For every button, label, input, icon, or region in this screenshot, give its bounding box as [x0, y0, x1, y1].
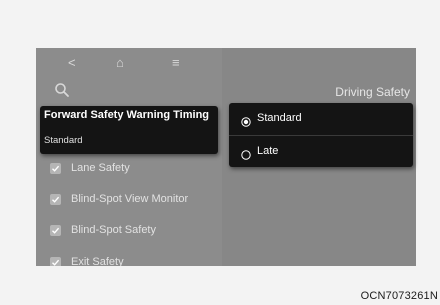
radio-selected-icon[interactable]	[241, 114, 251, 127]
option-label: Late	[257, 145, 279, 157]
timing-options-popup: Standard Late	[229, 103, 413, 167]
figure-frame: < ⌂ ≡ Lane Safety Blind-Spot View Monito…	[0, 0, 440, 305]
sidebar-item-label: Blind-Spot Safety	[71, 224, 156, 236]
checkbox-checked-icon[interactable]	[50, 257, 61, 266]
setting-title: Forward Safety Warning Timing	[44, 109, 210, 121]
page-title: Driving Safety	[335, 85, 410, 99]
option-label: Standard	[257, 112, 302, 124]
sidebar-item-label: Exit Safety	[71, 256, 124, 266]
top-nav-bar: < ⌂ ≡	[36, 48, 222, 78]
sidebar-item-label: Blind-Spot View Monitor	[71, 193, 189, 205]
sidebar-item-label: Lane Safety	[71, 162, 130, 174]
setting-value: Standard	[44, 135, 83, 146]
radio-unselected-icon[interactable]	[241, 147, 251, 160]
option-standard[interactable]: Standard	[229, 103, 413, 135]
checkbox-checked-icon[interactable]	[50, 163, 61, 174]
sidebar-item-forward-safety-warning-timing[interactable]: Forward Safety Warning Timing Standard	[40, 106, 218, 154]
checkbox-checked-icon[interactable]	[50, 194, 61, 205]
checkbox-checked-icon[interactable]	[50, 225, 61, 236]
option-late[interactable]: Late	[229, 136, 413, 168]
figure-code: OCN7073261N	[360, 290, 438, 302]
menu-icon[interactable]: ≡	[172, 56, 180, 70]
settings-sidebar: < ⌂ ≡ Lane Safety Blind-Spot View Monito…	[36, 48, 222, 266]
home-icon[interactable]: ⌂	[116, 56, 124, 70]
back-icon[interactable]: <	[68, 56, 76, 70]
search-icon[interactable]	[54, 82, 70, 98]
